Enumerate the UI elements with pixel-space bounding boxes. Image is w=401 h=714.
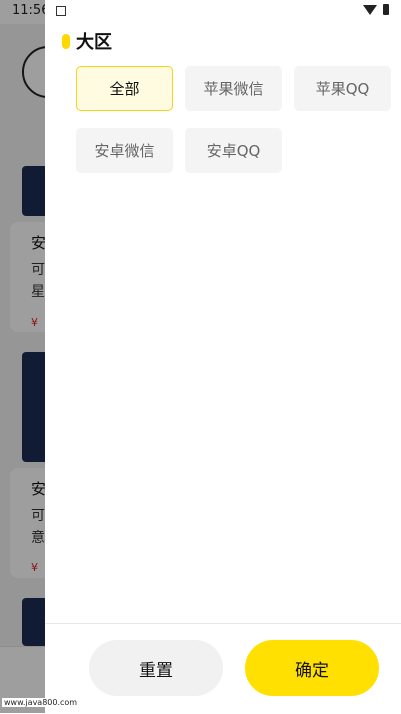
section-title: 大区	[76, 32, 112, 53]
option-apple-wechat[interactable]: 苹果微信	[185, 66, 282, 111]
reset-button[interactable]: 重置	[89, 640, 223, 696]
section-header: 大区	[62, 28, 112, 54]
footer-divider	[45, 623, 401, 624]
option-all[interactable]: 全部	[76, 66, 173, 111]
status-icons	[363, 4, 389, 15]
qr-status-icon	[56, 6, 66, 16]
option-apple-qq[interactable]: 苹果QQ	[294, 66, 391, 111]
option-android-wechat[interactable]: 安卓微信	[76, 128, 173, 173]
option-android-qq[interactable]: 安卓QQ	[185, 128, 282, 173]
battery-icon	[383, 4, 389, 15]
section-accent-bar	[62, 33, 70, 49]
confirm-button[interactable]: 确定	[245, 640, 379, 696]
watermark: www.java800.com	[2, 698, 80, 707]
wifi-icon	[363, 4, 377, 15]
